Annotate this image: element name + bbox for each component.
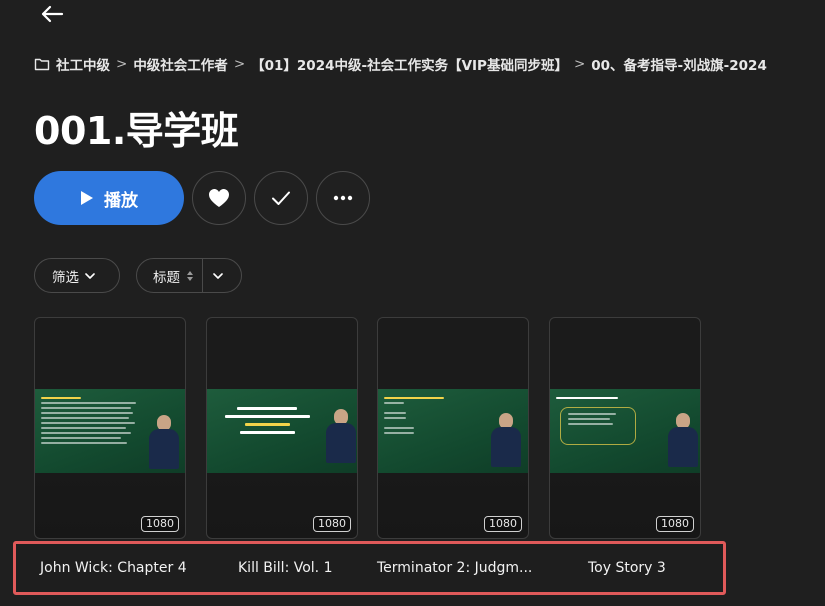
video-thumbnail bbox=[378, 389, 528, 473]
breadcrumb-item-level3[interactable]: 【01】2024中级-社会工作实务【VIP基础同步班】 bbox=[251, 54, 568, 74]
resolution-badge: 1080 bbox=[484, 516, 522, 532]
video-thumbnail bbox=[35, 389, 185, 473]
sort-direction-button[interactable] bbox=[203, 259, 223, 292]
breadcrumb-item-level4[interactable]: 00、备考指导-刘战旗-2024 bbox=[591, 54, 767, 74]
video-card[interactable]: 1080 bbox=[206, 317, 358, 539]
play-icon bbox=[81, 191, 93, 205]
breadcrumb-separator: > bbox=[573, 56, 586, 72]
mark-watched-button[interactable] bbox=[254, 171, 308, 225]
sort-icon bbox=[187, 270, 193, 281]
breadcrumb-separator: > bbox=[116, 56, 128, 72]
resolution-badge: 1080 bbox=[313, 516, 351, 532]
breadcrumb-item-level2[interactable]: 中级社会工作者 bbox=[133, 54, 228, 74]
arrow-left-icon bbox=[41, 5, 64, 23]
movie-title-item[interactable]: Kill Bill: Vol. 1 bbox=[238, 544, 333, 592]
heart-icon bbox=[209, 189, 229, 207]
video-card[interactable]: 1080 bbox=[34, 317, 186, 539]
movie-title-item[interactable]: Toy Story 3 bbox=[588, 544, 666, 592]
play-button-label: 播放 bbox=[104, 190, 138, 211]
folder-icon bbox=[34, 58, 50, 71]
chevron-down-icon bbox=[85, 272, 95, 279]
sort-control: 标题 bbox=[136, 258, 242, 293]
back-button[interactable] bbox=[38, 2, 66, 26]
play-button[interactable]: 播放 bbox=[34, 171, 184, 225]
filter-label: 筛选 bbox=[52, 269, 79, 286]
movie-title-item[interactable]: John Wick: Chapter 4 bbox=[40, 544, 187, 592]
filter-dropdown[interactable]: 筛选 bbox=[34, 258, 120, 293]
more-horizontal-icon bbox=[333, 195, 353, 201]
more-options-button[interactable] bbox=[316, 171, 370, 225]
video-thumbnail bbox=[550, 389, 700, 473]
video-thumbnail bbox=[207, 389, 357, 473]
breadcrumb: 社工中级 > 中级社会工作者 > 【01】2024中级-社会工作实务【VIP基础… bbox=[34, 54, 767, 74]
favorite-button[interactable] bbox=[192, 171, 246, 225]
sort-label: 标题 bbox=[153, 269, 180, 286]
breadcrumb-separator: > bbox=[233, 56, 246, 72]
resolution-badge: 1080 bbox=[141, 516, 179, 532]
sort-field-button[interactable]: 标题 bbox=[137, 259, 202, 292]
page-title: 001.导学班 bbox=[34, 109, 239, 153]
video-card[interactable]: 1080 bbox=[377, 317, 529, 539]
check-icon bbox=[272, 191, 290, 205]
movie-title-item[interactable]: Terminator 2: Judgm... bbox=[377, 544, 532, 592]
movie-title-strip: John Wick: Chapter 4 Kill Bill: Vol. 1 T… bbox=[13, 541, 726, 595]
chevron-down-icon bbox=[213, 272, 223, 279]
resolution-badge: 1080 bbox=[656, 516, 694, 532]
breadcrumb-item-level1[interactable]: 社工中级 bbox=[56, 54, 110, 74]
video-card[interactable]: 1080 bbox=[549, 317, 701, 539]
